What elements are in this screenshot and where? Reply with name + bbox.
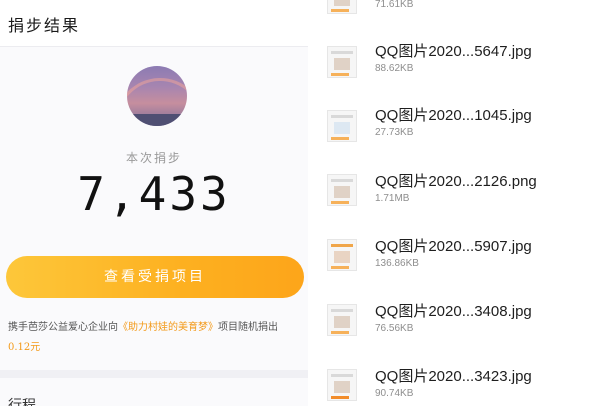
file-list-panel: 71.61KB QQ图片2020...5647.jpg 88.62KB QQ图片… (308, 0, 601, 406)
image-thumbnail-icon (327, 304, 357, 336)
file-list-item[interactable]: 71.61KB (308, 0, 601, 30)
header-divider (0, 46, 308, 47)
file-list-item[interactable]: QQ图片2020...5907.jpg 136.86KB (308, 225, 601, 289)
step-count: 7,433 (77, 167, 231, 221)
donation-result-panel: 捐步结果 本次捐步 7,433 查看受捐项目 携手芭莎公益爱心企业向《助力村娃的… (0, 0, 308, 406)
file-name: QQ图片2020...2126.png (375, 173, 537, 190)
file-size: 136.86KB (375, 258, 419, 269)
image-thumbnail-icon (327, 174, 357, 206)
file-name: QQ图片2020...5647.jpg (375, 43, 532, 60)
donation-info-text: 携手芭莎公益爱心企业向《助力村娃的美育梦》项目随机捐出 0.12元 (8, 318, 300, 358)
file-list-item[interactable]: QQ图片2020...3423.jpg 90.74KB (308, 355, 601, 406)
file-name: QQ图片2020...1045.jpg (375, 107, 532, 124)
file-size: 90.74KB (375, 388, 414, 399)
image-thumbnail-icon (327, 239, 357, 271)
file-list-item[interactable]: QQ图片2020...3408.jpg 76.56KB (308, 290, 601, 354)
file-size: 76.56KB (375, 323, 414, 334)
image-thumbnail-icon (327, 0, 357, 14)
file-size: 1.71MB (375, 193, 410, 204)
file-size: 27.73KB (375, 127, 414, 138)
view-project-button[interactable]: 查看受捐项目 (6, 256, 304, 298)
avatar (127, 66, 187, 126)
file-list-item[interactable]: QQ图片2020...5647.jpg 88.62KB (308, 30, 601, 94)
image-thumbnail-icon (327, 369, 357, 401)
file-name: QQ图片2020...5907.jpg (375, 238, 532, 255)
image-thumbnail-icon (327, 46, 357, 78)
page-title: 捐步结果 (8, 16, 81, 35)
file-list-item[interactable]: QQ图片2020...1045.jpg 27.73KB (308, 94, 601, 158)
file-size: 71.61KB (375, 0, 414, 10)
file-name: QQ图片2020...3408.jpg (375, 303, 532, 320)
file-name: QQ图片2020...3423.jpg (375, 368, 532, 385)
section-heading-partial: 行程 (8, 398, 36, 406)
file-size: 88.62KB (375, 63, 414, 74)
section-divider (0, 370, 308, 378)
info-mid: 项目随机捐出 (218, 322, 278, 333)
donation-amount: 0.12元 (8, 342, 41, 353)
file-list-item[interactable]: QQ图片2020...2126.png 1.71MB (308, 160, 601, 224)
step-label: 本次捐步 (125, 151, 182, 165)
image-thumbnail-icon (327, 110, 357, 142)
panel-header: 捐步结果 (0, 0, 308, 46)
info-prefix: 携手芭莎公益爱心企业向 (8, 322, 118, 333)
project-link[interactable]: 《助力村娃的美育梦》 (118, 322, 218, 333)
